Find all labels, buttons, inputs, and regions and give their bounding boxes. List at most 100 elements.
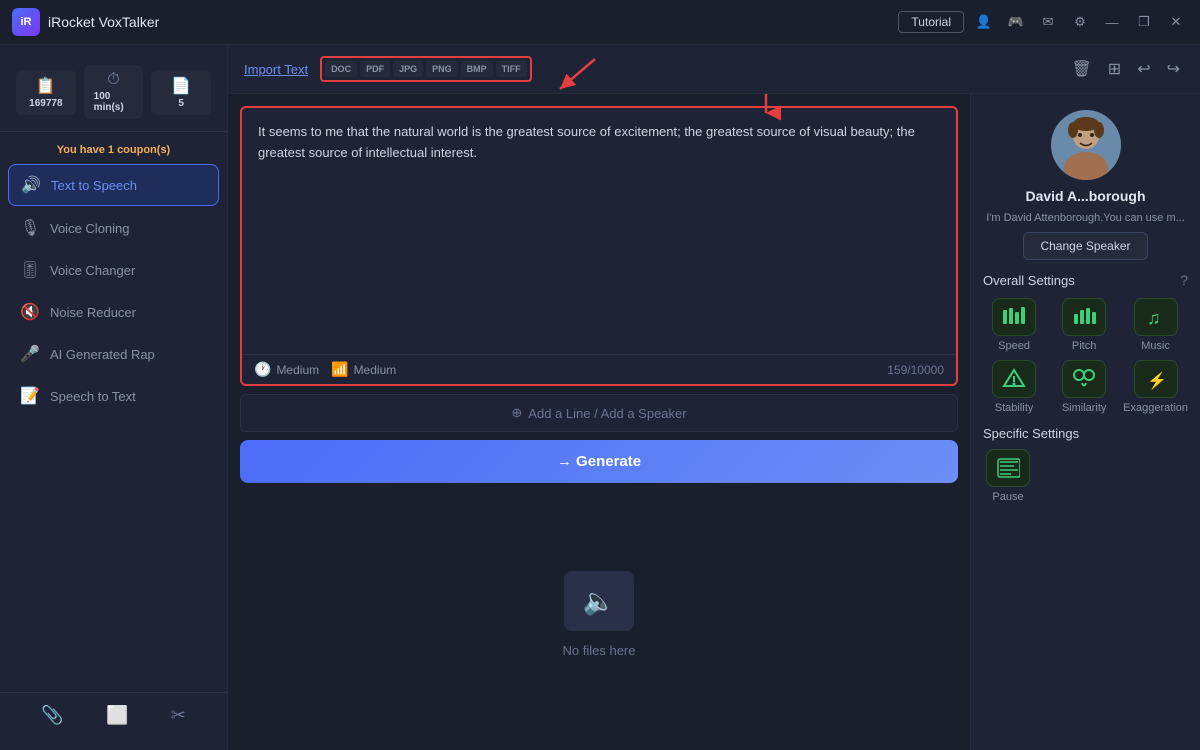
file-btn-doc[interactable]: DOC [325, 61, 357, 77]
file-btn-tiff[interactable]: TIFF [496, 61, 527, 77]
pause-card-label: Pause [992, 491, 1023, 503]
maximize-button[interactable]: ❐ [1132, 10, 1156, 34]
import-arrow [540, 54, 600, 94]
sidebar-bottom: 📎 ⬜ ✂ [0, 692, 227, 738]
text-editor-container: It seems to me that the natural world is… [240, 106, 958, 386]
editor-panel: It seems to me that the natural world is… [228, 94, 970, 750]
sidebar-item-voice-changer[interactable]: 🎚 Voice Changer [8, 250, 219, 290]
tts-label: Text to Speech [51, 178, 137, 193]
pitch-card-label: Pitch [1072, 340, 1096, 352]
overall-settings-section: Overall Settings ? [983, 272, 1188, 414]
similarity-svg [1072, 368, 1096, 390]
specific-settings-items: Pause [983, 449, 1188, 503]
speed-card-label: Speed [998, 340, 1030, 352]
setting-card-exaggeration[interactable]: ⚡ Exaggeration [1123, 360, 1188, 414]
stat-minutes: ⏱ 100 min(s) [84, 65, 144, 119]
stability-card-label: Stability [995, 402, 1034, 414]
coupon-label: You have 1 coupon(s) [0, 140, 227, 164]
file-btn-png[interactable]: PNG [426, 61, 458, 77]
generate-label: → Generate [557, 453, 641, 470]
sidebar-item-speech-to-text[interactable]: 📝 Speech to Text [8, 376, 219, 416]
speed-setting[interactable]: 🕐 Medium [254, 361, 319, 378]
right-panel: David A...borough I'm David Attenborough… [970, 94, 1200, 750]
speaker-description: I'm David Attenborough.You can use m... [986, 212, 1185, 224]
avatar-image [1051, 110, 1121, 180]
setting-card-music[interactable]: ♫ Music [1123, 298, 1188, 352]
setting-card-pause[interactable]: Pause [983, 449, 1033, 503]
add-line-label: Add a Line / Add a Speaker [528, 406, 686, 421]
settings-icon[interactable]: ⚙ [1068, 10, 1092, 34]
user-icon[interactable]: 👤 [972, 10, 996, 34]
speed-icon [992, 298, 1036, 336]
setting-card-speed[interactable]: Speed [983, 298, 1045, 352]
sidebar-nav: 🔊 Text to Speech 🎙 Voice Cloning 🎚 Voice… [0, 164, 227, 692]
setting-card-stability[interactable]: Stability [983, 360, 1045, 414]
close-button[interactable]: ✕ [1164, 10, 1188, 34]
stability-svg [1002, 368, 1026, 390]
undo-button[interactable]: ↩ [1133, 55, 1154, 83]
minutes-value: 100 min(s) [94, 91, 134, 113]
editor-settings: 🕐 Medium 📶 Medium [254, 361, 396, 378]
setting-card-pitch[interactable]: Pitch [1053, 298, 1115, 352]
no-files-icon: 🔈 [564, 571, 634, 631]
add-line-button[interactable]: ⊕ Add a Line / Add a Speaker [240, 394, 958, 432]
sidebar-item-voice-cloning[interactable]: 🎙 Voice Cloning [8, 208, 219, 248]
stt-label: Speech to Text [50, 389, 136, 404]
music-svg: ♫ [1144, 306, 1168, 328]
grid-button[interactable]: ⊞ [1104, 55, 1125, 83]
exaggeration-svg: ⚡ [1144, 368, 1168, 390]
pitch-svg [1072, 306, 1096, 328]
rap-label: AI Generated Rap [50, 347, 155, 362]
toolbar: Import Text DOC PDF JPG PNG BMP TIFF [228, 45, 1200, 94]
sidebar-item-noise-reducer[interactable]: 🔇 Noise Reducer [8, 292, 219, 332]
speed-setting-icon: 🕐 [254, 361, 271, 378]
similarity-card-label: Similarity [1062, 402, 1107, 414]
delete-button[interactable]: 🗑 [1067, 55, 1095, 83]
sidebar-item-ai-rap[interactable]: 🎤 AI Generated Rap [8, 334, 219, 374]
cloning-label: Voice Cloning [50, 221, 130, 236]
overall-settings-title: Overall Settings [983, 273, 1075, 288]
pause-icon [986, 449, 1030, 487]
files-icon: 📄 [171, 76, 191, 96]
cloning-icon: 🎙 [20, 218, 40, 238]
scissors-icon[interactable]: ✂ [171, 705, 186, 726]
minutes-icon: ⏱ [107, 71, 119, 89]
music-card-label: Music [1141, 340, 1170, 352]
svg-text:♫: ♫ [1147, 308, 1161, 328]
specific-settings-section: Specific Settings [983, 426, 1188, 503]
tutorial-button[interactable]: Tutorial [898, 11, 964, 33]
similarity-icon [1062, 360, 1106, 398]
controller-icon[interactable]: 🎮 [1004, 10, 1028, 34]
volume-setting[interactable]: 📶 Medium [331, 361, 396, 378]
app-title: iRocket VoxTalker [48, 14, 159, 30]
mail-icon[interactable]: ✉ [1036, 10, 1060, 34]
sidebar: 📋 169778 ⏱ 100 min(s) 📄 5 You have 1 cou… [0, 45, 228, 750]
file-btn-bmp[interactable]: BMP [461, 61, 493, 77]
file-type-buttons: DOC PDF JPG PNG BMP TIFF [320, 56, 532, 82]
redo-button[interactable]: ↪ [1163, 55, 1184, 83]
setting-card-similarity[interactable]: Similarity [1053, 360, 1115, 414]
screen-icon[interactable]: ⬜ [106, 705, 128, 726]
speaker-card: David A...borough I'm David Attenborough… [983, 110, 1188, 260]
speaker-avatar [1051, 110, 1121, 180]
attach-icon[interactable]: 📎 [41, 705, 63, 726]
minimize-button[interactable]: — [1100, 10, 1124, 34]
sidebar-stats: 📋 169778 ⏱ 100 min(s) 📄 5 [0, 57, 227, 132]
tts-icon: 🔊 [21, 175, 41, 195]
volume-value: Medium [354, 363, 397, 377]
music-icon: ♫ [1134, 298, 1178, 336]
text-editor[interactable]: It seems to me that the natural world is… [242, 108, 956, 354]
file-btn-pdf[interactable]: PDF [360, 61, 390, 77]
stat-chars: 📋 169778 [16, 70, 76, 115]
import-text-button[interactable]: Import Text [244, 62, 308, 77]
chars-icon: 📋 [36, 76, 56, 96]
change-speaker-button[interactable]: Change Speaker [1023, 232, 1147, 260]
help-icon[interactable]: ? [1180, 272, 1188, 288]
generate-button[interactable]: → Generate [240, 440, 958, 483]
sidebar-item-text-to-speech[interactable]: 🔊 Text to Speech [8, 164, 219, 206]
file-btn-jpg[interactable]: JPG [393, 61, 423, 77]
svg-text:⚡: ⚡ [1147, 371, 1167, 390]
exaggeration-icon: ⚡ [1134, 360, 1178, 398]
volume-setting-icon: 📶 [331, 361, 348, 378]
titlebar: iR iRocket VoxTalker Tutorial 👤 🎮 ✉ ⚙ — … [0, 0, 1200, 45]
